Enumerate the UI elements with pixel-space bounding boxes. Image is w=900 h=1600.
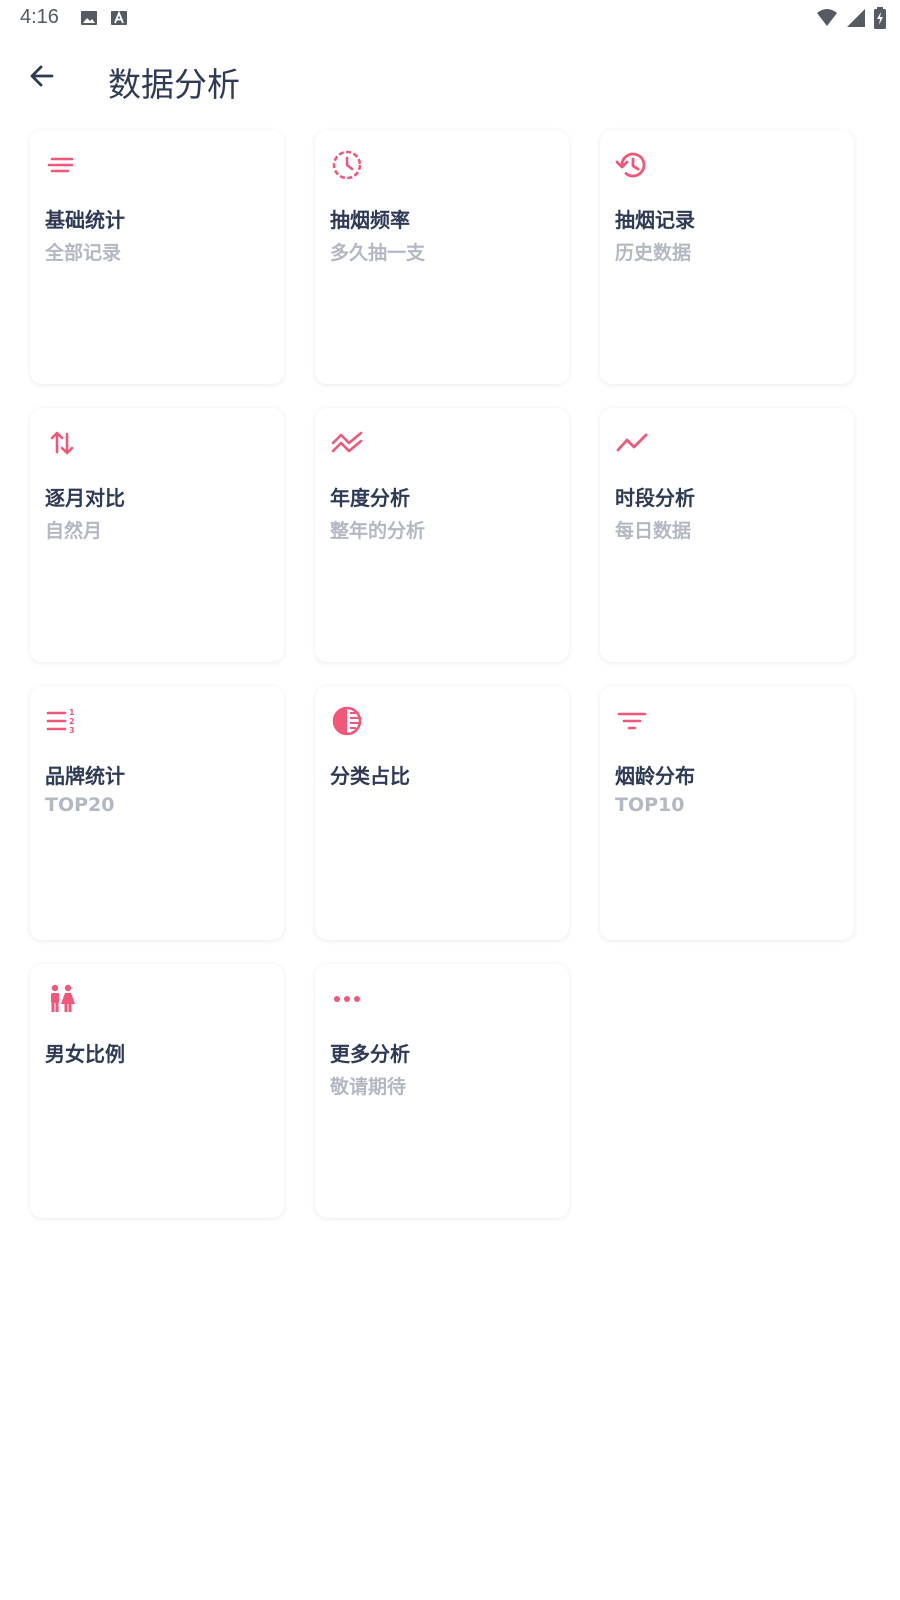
card-title: 更多分析 — [330, 1042, 410, 1066]
card-title: 逐月对比 — [45, 486, 125, 510]
card-subtitle: 整年的分析 — [330, 520, 426, 542]
card-gender-ratio[interactable]: 男女比例 — [30, 964, 284, 1218]
svg-text:1: 1 — [69, 708, 75, 717]
card-subtitle: TOP10 — [615, 794, 685, 816]
status-time: 4:16 — [20, 6, 59, 28]
arrow-left-icon — [28, 62, 56, 94]
more-dots-icon — [330, 982, 364, 1016]
card-time-period-analysis[interactable]: 时段分析 每日数据 — [600, 408, 854, 662]
card-title: 年度分析 — [330, 486, 410, 510]
card-subtitle: 多久抽一支 — [330, 242, 426, 264]
back-button[interactable] — [20, 56, 64, 100]
app-bar: 数据分析 — [0, 44, 900, 114]
card-subtitle: 自然月 — [45, 520, 103, 542]
card-smoking-records[interactable]: 抽烟记录 历史数据 — [600, 130, 854, 384]
card-subtitle: TOP20 — [45, 794, 115, 816]
card-smoking-age-distribution[interactable]: 烟龄分布 TOP10 — [600, 686, 854, 940]
image-notification-icon — [80, 9, 98, 31]
card-annual-analysis[interactable]: 年度分析 整年的分析 — [315, 408, 569, 662]
cell-signal-icon — [846, 8, 866, 32]
page-title: 数据分析 — [108, 65, 240, 104]
card-category-share[interactable]: 分类占比 — [315, 686, 569, 940]
wifi-icon — [816, 8, 838, 32]
lines-icon — [45, 148, 79, 182]
card-subtitle: 每日数据 — [615, 520, 692, 542]
card-title: 男女比例 — [45, 1042, 125, 1066]
card-monthly-comparison[interactable]: 逐月对比 自然月 — [30, 408, 284, 662]
card-more-analysis[interactable]: 更多分析 敬请期待 — [315, 964, 569, 1218]
card-subtitle: 历史数据 — [615, 242, 692, 264]
battery-charging-icon — [874, 7, 886, 33]
card-subtitle: 敬请期待 — [330, 1076, 407, 1098]
card-subtitle: 全部记录 — [45, 242, 122, 264]
man-woman-icon — [45, 982, 79, 1016]
card-title: 品牌统计 — [45, 764, 125, 788]
clock-icon — [330, 148, 364, 182]
status-bar: 4:16 — [0, 0, 900, 36]
card-basic-stats[interactable]: 基础统计 全部记录 — [30, 130, 284, 384]
trend-zigzag-icon — [330, 426, 364, 460]
card-title: 抽烟记录 — [615, 208, 695, 232]
ranked-list-icon: 123 — [45, 704, 79, 738]
card-brand-stats[interactable]: 123 品牌统计 TOP20 — [30, 686, 284, 940]
svg-text:3: 3 — [69, 726, 75, 735]
card-title: 烟龄分布 — [615, 764, 695, 788]
svg-text:2: 2 — [69, 717, 75, 726]
filter-icon — [615, 704, 649, 738]
analysis-grid: 基础统计 全部记录 抽烟频率 多久抽一支 抽烟记录 历史数据 逐月对比 自然月 … — [30, 130, 854, 1218]
card-title: 抽烟频率 — [330, 208, 410, 232]
card-title: 分类占比 — [330, 764, 410, 788]
card-smoking-frequency[interactable]: 抽烟频率 多久抽一支 — [315, 130, 569, 384]
contrast-circle-icon — [330, 704, 364, 738]
history-icon — [615, 148, 649, 182]
font-notification-icon — [110, 9, 128, 31]
line-chart-icon — [615, 426, 649, 460]
card-title: 时段分析 — [615, 486, 695, 510]
swap-vertical-icon — [45, 426, 79, 460]
card-title: 基础统计 — [45, 208, 125, 232]
